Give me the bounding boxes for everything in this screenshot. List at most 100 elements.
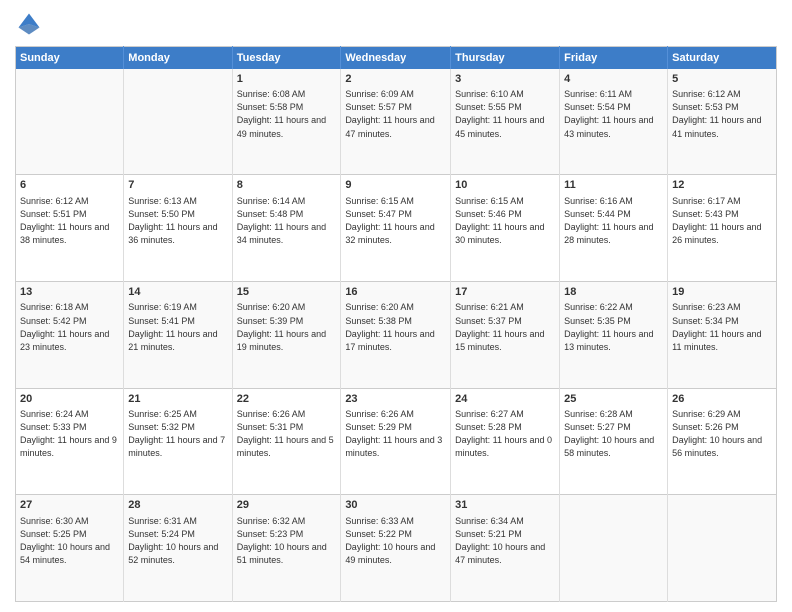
calendar-table: SundayMondayTuesdayWednesdayThursdayFrid…	[15, 46, 777, 602]
day-cell: 9 Sunrise: 6:15 AM Sunset: 5:47 PM Daylig…	[341, 175, 451, 282]
day-cell: 18Sunrise: 6:22 AM Sunset: 5:35 PM Dayli…	[560, 282, 668, 389]
day-cell: 5Sunrise: 6:12 AM Sunset: 5:53 PM Daylig…	[668, 69, 777, 175]
day-cell: 14Sunrise: 6:19 AM Sunset: 5:41 PM Dayli…	[124, 282, 232, 389]
logo-icon	[15, 10, 43, 38]
day-number: 2	[345, 72, 446, 87]
day-cell: 24Sunrise: 6:27 AM Sunset: 5:28 PM Dayli…	[451, 388, 560, 495]
day-info: Sunrise: 6:09 AM Sunset: 5:57 PM Dayligh…	[345, 88, 446, 140]
day-cell: 26Sunrise: 6:29 AM Sunset: 5:26 PM Dayli…	[668, 388, 777, 495]
day-number: 17	[455, 285, 555, 300]
page: SundayMondayTuesdayWednesdayThursdayFrid…	[0, 0, 792, 612]
day-cell: 25Sunrise: 6:28 AM Sunset: 5:27 PM Dayli…	[560, 388, 668, 495]
day-cell	[668, 495, 777, 602]
day-cell	[16, 69, 124, 175]
day-cell: 2Sunrise: 6:09 AM Sunset: 5:57 PM Daylig…	[341, 69, 451, 175]
day-cell	[124, 69, 232, 175]
day-number: 3	[455, 72, 555, 87]
day-cell: 11Sunrise: 6:16 AM Sunset: 5:44 PM Dayli…	[560, 175, 668, 282]
day-cell: 4Sunrise: 6:11 AM Sunset: 5:54 PM Daylig…	[560, 69, 668, 175]
day-cell: 7 Sunrise: 6:13 AM Sunset: 5:50 PM Daylig…	[124, 175, 232, 282]
week-row-1: 1Sunrise: 6:08 AM Sunset: 5:58 PM Daylig…	[16, 69, 777, 175]
day-info: Sunrise: 6:31 AM Sunset: 5:24 PM Dayligh…	[128, 515, 227, 567]
day-cell: 27Sunrise: 6:30 AM Sunset: 5:25 PM Dayli…	[16, 495, 124, 602]
day-number: 20	[20, 392, 119, 407]
day-cell: 13Sunrise: 6:18 AM Sunset: 5:42 PM Dayli…	[16, 282, 124, 389]
day-number: 28	[128, 498, 227, 513]
calendar-header: SundayMondayTuesdayWednesdayThursdayFrid…	[16, 47, 777, 70]
day-cell: 3Sunrise: 6:10 AM Sunset: 5:55 PM Daylig…	[451, 69, 560, 175]
day-cell: 29Sunrise: 6:32 AM Sunset: 5:23 PM Dayli…	[232, 495, 341, 602]
day-cell	[560, 495, 668, 602]
day-number: 26	[672, 392, 772, 407]
day-cell: 20Sunrise: 6:24 AM Sunset: 5:33 PM Dayli…	[16, 388, 124, 495]
day-number: 9	[345, 178, 446, 193]
day-cell: 17Sunrise: 6:21 AM Sunset: 5:37 PM Dayli…	[451, 282, 560, 389]
day-info: Sunrise: 6:29 AM Sunset: 5:26 PM Dayligh…	[672, 408, 772, 460]
day-info: Sunrise: 6:15 AM Sunset: 5:47 PM Dayligh…	[345, 195, 446, 247]
day-number: 13	[20, 285, 119, 300]
header-cell-friday: Friday	[560, 47, 668, 70]
day-number: 14	[128, 285, 227, 300]
day-number: 6	[20, 178, 119, 193]
day-cell: 23Sunrise: 6:26 AM Sunset: 5:29 PM Dayli…	[341, 388, 451, 495]
week-row-3: 13Sunrise: 6:18 AM Sunset: 5:42 PM Dayli…	[16, 282, 777, 389]
day-info: Sunrise: 6:19 AM Sunset: 5:41 PM Dayligh…	[128, 301, 227, 353]
day-cell: 21Sunrise: 6:25 AM Sunset: 5:32 PM Dayli…	[124, 388, 232, 495]
day-number: 29	[237, 498, 337, 513]
day-info: Sunrise: 6:25 AM Sunset: 5:32 PM Dayligh…	[128, 408, 227, 460]
day-cell: 16Sunrise: 6:20 AM Sunset: 5:38 PM Dayli…	[341, 282, 451, 389]
header-cell-saturday: Saturday	[668, 47, 777, 70]
day-info: Sunrise: 6:20 AM Sunset: 5:39 PM Dayligh…	[237, 301, 337, 353]
day-number: 22	[237, 392, 337, 407]
day-number: 12	[672, 178, 772, 193]
day-info: Sunrise: 6:20 AM Sunset: 5:38 PM Dayligh…	[345, 301, 446, 353]
day-info: Sunrise: 6:23 AM Sunset: 5:34 PM Dayligh…	[672, 301, 772, 353]
header	[15, 10, 777, 38]
week-row-2: 6 Sunrise: 6:12 AM Sunset: 5:51 PM Daylig…	[16, 175, 777, 282]
day-cell: 19Sunrise: 6:23 AM Sunset: 5:34 PM Dayli…	[668, 282, 777, 389]
day-info: Sunrise: 6:22 AM Sunset: 5:35 PM Dayligh…	[564, 301, 663, 353]
day-info: Sunrise: 6:14 AM Sunset: 5:48 PM Dayligh…	[237, 195, 337, 247]
day-number: 21	[128, 392, 227, 407]
day-number: 27	[20, 498, 119, 513]
day-number: 23	[345, 392, 446, 407]
day-number: 10	[455, 178, 555, 193]
header-cell-sunday: Sunday	[16, 47, 124, 70]
day-number: 8	[237, 178, 337, 193]
day-info: Sunrise: 6:16 AM Sunset: 5:44 PM Dayligh…	[564, 195, 663, 247]
day-cell: 1Sunrise: 6:08 AM Sunset: 5:58 PM Daylig…	[232, 69, 341, 175]
day-info: Sunrise: 6:12 AM Sunset: 5:51 PM Dayligh…	[20, 195, 119, 247]
calendar-body: 1Sunrise: 6:08 AM Sunset: 5:58 PM Daylig…	[16, 69, 777, 602]
day-number: 30	[345, 498, 446, 513]
day-number: 15	[237, 285, 337, 300]
week-row-5: 27Sunrise: 6:30 AM Sunset: 5:25 PM Dayli…	[16, 495, 777, 602]
day-cell: 12 Sunrise: 6:17 AM Sunset: 5:43 PM Dayli…	[668, 175, 777, 282]
day-cell: 15Sunrise: 6:20 AM Sunset: 5:39 PM Dayli…	[232, 282, 341, 389]
logo	[15, 10, 47, 38]
day-info: Sunrise: 6:13 AM Sunset: 5:50 PM Dayligh…	[128, 195, 227, 247]
day-number: 7	[128, 178, 227, 193]
day-info: Sunrise: 6:33 AM Sunset: 5:22 PM Dayligh…	[345, 515, 446, 567]
header-cell-thursday: Thursday	[451, 47, 560, 70]
header-cell-monday: Monday	[124, 47, 232, 70]
day-number: 31	[455, 498, 555, 513]
day-info: Sunrise: 6:27 AM Sunset: 5:28 PM Dayligh…	[455, 408, 555, 460]
day-info: Sunrise: 6:11 AM Sunset: 5:54 PM Dayligh…	[564, 88, 663, 140]
day-number: 5	[672, 72, 772, 87]
day-number: 4	[564, 72, 663, 87]
day-number: 25	[564, 392, 663, 407]
day-info: Sunrise: 6:17 AM Sunset: 5:43 PM Dayligh…	[672, 195, 772, 247]
day-info: Sunrise: 6:15 AM Sunset: 5:46 PM Dayligh…	[455, 195, 555, 247]
header-cell-tuesday: Tuesday	[232, 47, 341, 70]
day-cell: 30 Sunrise: 6:33 AM Sunset: 5:22 PM Dayli…	[341, 495, 451, 602]
day-number: 18	[564, 285, 663, 300]
day-cell: 28 Sunrise: 6:31 AM Sunset: 5:24 PM Dayli…	[124, 495, 232, 602]
day-cell: 22Sunrise: 6:26 AM Sunset: 5:31 PM Dayli…	[232, 388, 341, 495]
day-info: Sunrise: 6:34 AM Sunset: 5:21 PM Dayligh…	[455, 515, 555, 567]
day-info: Sunrise: 6:28 AM Sunset: 5:27 PM Dayligh…	[564, 408, 663, 460]
header-row: SundayMondayTuesdayWednesdayThursdayFrid…	[16, 47, 777, 70]
day-cell: 31 Sunrise: 6:34 AM Sunset: 5:21 PM Dayli…	[451, 495, 560, 602]
week-row-4: 20Sunrise: 6:24 AM Sunset: 5:33 PM Dayli…	[16, 388, 777, 495]
day-info: Sunrise: 6:24 AM Sunset: 5:33 PM Dayligh…	[20, 408, 119, 460]
day-cell: 8 Sunrise: 6:14 AM Sunset: 5:48 PM Daylig…	[232, 175, 341, 282]
